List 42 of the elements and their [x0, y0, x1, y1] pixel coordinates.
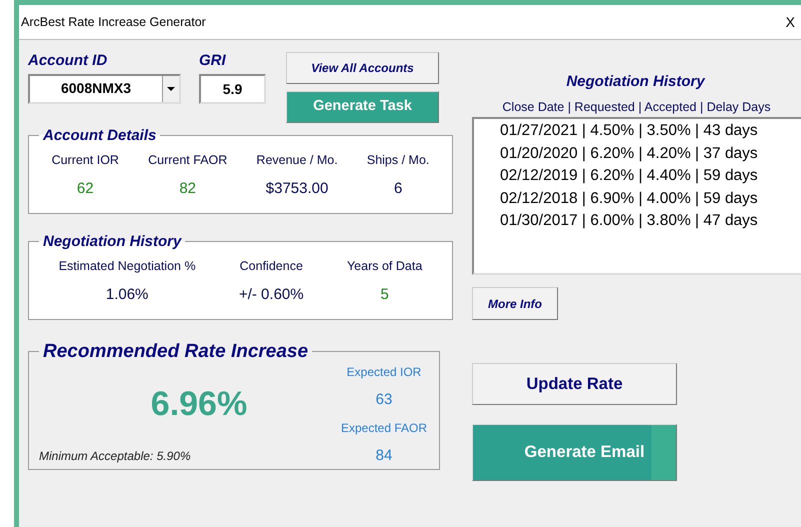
- history-row[interactable]: 02/12/2019 | 6.20% | 4.40% | 59 days: [500, 165, 801, 188]
- stat-value: 5: [380, 284, 389, 305]
- stat-value: 1.06%: [106, 284, 148, 305]
- window-title: ArcBest Rate Increase Generator: [21, 14, 206, 31]
- history-list[interactable]: 01/27/2021 | 4.50% | 3.50% | 43 days 01/20/2020 | 6.20% | 4.20% | 37 days 02/12/2019 | 6.20% | 4.40% | 59 days 02/12/2018 | 6.90% | 4.00% | 59 days 01/30/2017 | 6.00% | 3.80% | 47 days: [472, 117, 801, 276]
- stat-value: $3753.00: [266, 178, 328, 199]
- stat-label: Current FAOR: [148, 152, 228, 169]
- update-rate-button[interactable]: Update Rate: [472, 363, 677, 406]
- stat-value: 6: [394, 178, 402, 199]
- stat-value: +/- 0.60%: [238, 284, 304, 305]
- group-title: Recommended Rate Increase: [42, 342, 310, 361]
- history-row[interactable]: 01/30/2017 | 6.00% | 3.80% | 47 days: [500, 210, 801, 233]
- minimum-note: Minimum Acceptable: 5.90%: [39, 448, 192, 465]
- field-label: Account ID: [28, 52, 108, 71]
- expected-value: 84: [376, 446, 392, 466]
- account-dropdown[interactable]: 6008NMX3: [28, 74, 181, 104]
- view-accounts-button[interactable]: View All Accounts: [286, 52, 439, 84]
- group-title: Negotiation History: [42, 234, 183, 249]
- group-title: Account Details: [42, 128, 158, 143]
- stat-value: 82: [179, 178, 196, 199]
- field-label: GRI: [199, 52, 227, 71]
- stat-label: Ships / Mo.: [366, 152, 430, 169]
- expected-label: Expected FAOR: [340, 420, 428, 436]
- recommended-rate: 6.96%: [150, 384, 248, 425]
- close-button[interactable]: X: [782, 12, 799, 32]
- stat-label: Revenue / Mo.: [256, 152, 338, 169]
- caret-icon[interactable]: [162, 76, 179, 102]
- stat-label: Years of Data: [346, 258, 422, 275]
- dropdown-value: 6008NMX3: [60, 79, 132, 98]
- more-info-button[interactable]: More Info: [472, 287, 558, 320]
- history-columns: Close Date | Requested | Accepted | Delay Days: [472, 98, 801, 116]
- stat-label: Confidence: [240, 258, 303, 275]
- history-title: Negotiation History: [565, 72, 706, 92]
- expected-label: Expected IOR: [346, 364, 422, 381]
- stat-value: 62: [76, 178, 94, 199]
- stat-label: Current IOR: [52, 152, 119, 169]
- gri-field[interactable]: 5.9: [199, 74, 266, 104]
- history-row[interactable]: 01/27/2021 | 4.50% | 3.50% | 43 days: [500, 120, 801, 143]
- expected-value: 63: [376, 390, 392, 410]
- stat-label: Estimated Negotiation %: [58, 258, 196, 275]
- history-row[interactable]: 02/12/2018 | 6.90% | 4.00% | 59 days: [500, 188, 801, 210]
- history-row[interactable]: 01/20/2020 | 6.20% | 4.20% | 37 days: [500, 142, 801, 166]
